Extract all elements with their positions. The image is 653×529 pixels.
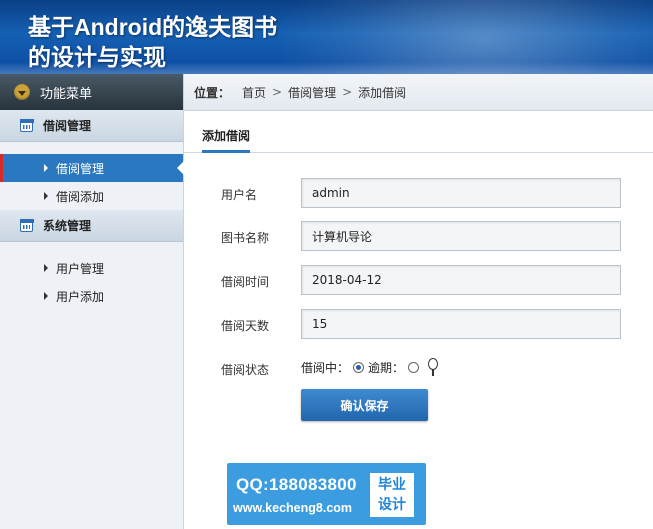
chevron-down-icon	[14, 84, 30, 100]
borrow-time-input[interactable]	[301, 265, 621, 295]
status-option-borrowing-label: 借阅中：	[301, 360, 350, 375]
menu-title: 功能菜单	[40, 86, 93, 102]
app-header: 基于Android的逸夫图书 的设计与实现	[0, 0, 653, 74]
caret-right-icon	[44, 264, 48, 272]
sidebar-item-user-add[interactable]: 用户添加	[0, 282, 183, 310]
tab-bar: 添加借阅	[184, 124, 653, 153]
calendar-icon	[19, 219, 34, 232]
sidebar-group-system[interactable]: 系统管理	[0, 210, 183, 242]
breadcrumb-separator: >	[342, 85, 353, 99]
form-row-borrow-days: 借阅天数	[184, 309, 653, 341]
book-name-label: 图书名称	[221, 231, 270, 245]
watermark-url: www.kecheng8.com	[233, 501, 353, 515]
sidebar-item-borrow-add[interactable]: 借阅添加	[0, 182, 183, 210]
form-row-username: 用户名	[184, 178, 653, 210]
watermark-badge-line1: 毕业	[378, 477, 406, 493]
caret-right-icon	[44, 292, 48, 300]
status-label: 借阅状态	[221, 363, 270, 377]
app-title-line2: 的设计与实现	[28, 44, 166, 70]
username-label: 用户名	[221, 188, 258, 202]
borrow-days-label: 借阅天数	[221, 319, 270, 333]
watermark-badge-line2: 设计	[378, 497, 406, 513]
form-row-book-name: 图书名称	[184, 221, 653, 253]
sidebar-group-label: 系统管理	[43, 219, 92, 233]
sidebar-item-label: 用户管理	[56, 261, 105, 276]
tab-add-borrow[interactable]: 添加借阅	[202, 127, 251, 153]
status-radio-borrowing[interactable]	[353, 361, 365, 373]
breadcrumb-borrow-manage[interactable]: 借阅管理	[288, 84, 336, 101]
borrow-time-label: 借阅时间	[221, 275, 270, 289]
status-radio-group: 借阅中： 逾期：	[301, 358, 439, 376]
caret-right-icon	[44, 192, 48, 200]
watermark-badge: 毕业 设计	[370, 473, 414, 517]
breadcrumb-separator: >	[272, 85, 283, 99]
sidebar-item-label: 借阅管理	[56, 161, 105, 176]
caret-right-icon	[44, 164, 48, 172]
sidebar-item-label: 借阅添加	[56, 189, 105, 204]
username-input[interactable]	[301, 178, 621, 208]
app-title: 基于Android的逸夫图书 的设计与实现	[28, 12, 277, 72]
breadcrumb-home[interactable]: 首页	[242, 84, 266, 101]
watermark: QQ:188083800 www.kecheng8.com 毕业 设计	[227, 463, 426, 525]
sidebar-item-label: 用户添加	[56, 289, 105, 304]
breadcrumb: 位置： 首页 > 借阅管理 > 添加借阅	[184, 74, 653, 111]
book-name-input[interactable]	[301, 221, 621, 251]
cursor-icon	[427, 358, 439, 376]
app-title-line1: 基于Android的逸夫图书	[28, 14, 278, 40]
watermark-qq: QQ:188083800	[236, 475, 357, 494]
sidebar-item-user-manage[interactable]: 用户管理	[0, 254, 183, 282]
status-radio-overdue[interactable]	[408, 361, 420, 373]
borrow-days-input[interactable]	[301, 309, 621, 339]
menu-header[interactable]: 功能菜单	[0, 74, 183, 110]
sidebar: 功能菜单 借阅管理 借阅管理 借阅添加 系统管理 用户管理 用户添加	[0, 74, 184, 529]
form-row-status: 借阅状态 借阅中： 逾期：	[184, 353, 653, 385]
form-row-borrow-time: 借阅时间	[184, 265, 653, 297]
sidebar-group-label: 借阅管理	[43, 119, 92, 133]
status-option-overdue-label: 逾期：	[368, 360, 405, 375]
breadcrumb-position-label: 位置：	[194, 85, 231, 100]
calendar-icon	[19, 119, 34, 132]
sidebar-group-borrow[interactable]: 借阅管理	[0, 110, 183, 142]
save-button[interactable]: 确认保存	[301, 389, 428, 421]
breadcrumb-current: 添加借阅	[358, 85, 407, 100]
sidebar-item-borrow-manage[interactable]: 借阅管理	[0, 154, 184, 182]
